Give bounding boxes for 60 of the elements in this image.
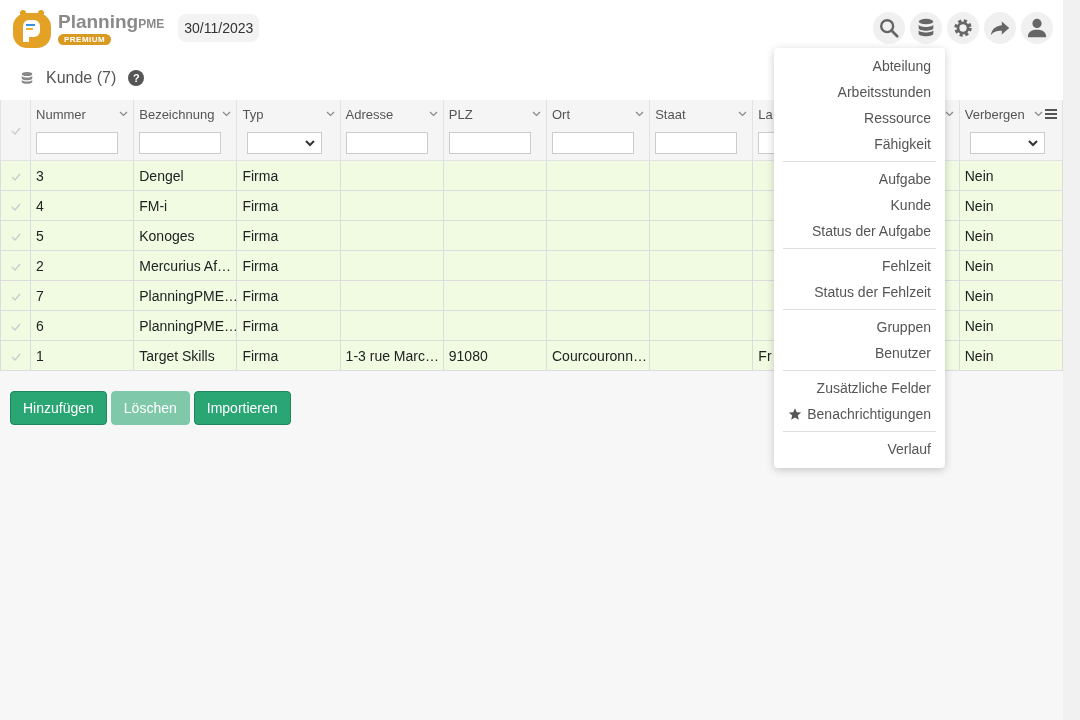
table-cell: 5 — [36, 227, 44, 244]
menu-item[interactable]: Benutzer — [774, 340, 945, 366]
menu-item[interactable]: Status der Aufgabe — [774, 218, 945, 244]
date-label: 30/11/2023 — [178, 14, 260, 42]
table-cell: Firma — [242, 347, 279, 364]
logo-text: PlanningPME — [58, 11, 165, 34]
table-cell: PlanningPME… — [139, 317, 236, 334]
table-cell: PlanningPME… — [139, 287, 236, 304]
table-cell: 2 — [36, 257, 44, 274]
table-cell: Dengel — [139, 167, 184, 184]
table-cell: Konoges — [139, 227, 195, 244]
column-header[interactable]: Bezeichnung — [139, 106, 215, 122]
menu-item[interactable]: Gruppen — [774, 314, 945, 340]
menu-item[interactable]: Abteilung — [774, 53, 945, 79]
menu-item[interactable]: Status der Fehlzeit — [774, 279, 945, 305]
table-cell: Nein — [964, 197, 994, 214]
table-cell: 4 — [36, 197, 44, 214]
table-cell: 91080 — [448, 347, 488, 364]
table-cell: Mercurius Af… — [139, 257, 232, 274]
menu-item[interactable]: Ressource — [774, 105, 945, 131]
menu-item[interactable]: Arbeitsstunden — [774, 79, 945, 105]
column-header[interactable]: Verbergen — [964, 106, 1025, 122]
column-header[interactable]: La — [758, 106, 773, 122]
table-cell: Nein — [964, 227, 994, 244]
table-cell: Firma — [242, 317, 279, 334]
premium-badge: PREMIUM — [58, 33, 112, 45]
table-cell: 6 — [36, 317, 44, 334]
column-header[interactable]: PLZ — [448, 106, 473, 122]
menu-item[interactable]: Fehlzeit — [774, 253, 945, 279]
table-cell: Firma — [242, 227, 279, 244]
table-cell: Firma — [242, 167, 279, 184]
table-cell: Nein — [964, 167, 994, 184]
table-cell: 7 — [36, 287, 44, 304]
menu-item[interactable]: Benachrichtigungen — [774, 401, 945, 427]
table-cell: Nein — [964, 317, 994, 334]
table-cell: FM-i — [139, 197, 168, 214]
table-cell: 1-3 rue Marc… — [345, 347, 439, 364]
table-cell: Firma — [242, 257, 279, 274]
menu-item[interactable]: Fähigkeit — [774, 131, 945, 157]
table-cell: Nein — [964, 257, 994, 274]
table-cell: Target Skills — [139, 347, 215, 364]
menu-item[interactable]: Aufgabe — [774, 166, 945, 192]
table-cell: Fr — [758, 347, 772, 364]
table-cell: Firma — [242, 287, 279, 304]
page-title: Kunde (7) — [46, 69, 117, 87]
menu-item[interactable]: Verlauf — [774, 436, 945, 462]
column-header[interactable]: Adresse — [345, 106, 394, 122]
table-cell: Firma — [242, 197, 279, 214]
help-icon[interactable]: ? — [128, 70, 145, 86]
column-header[interactable]: Ort — [552, 106, 571, 122]
table-cell: Nein — [964, 347, 994, 364]
menu-item[interactable]: Zusätzliche Felder — [774, 375, 945, 401]
menu-item[interactable]: Kunde — [774, 192, 945, 218]
table-cell: Nein — [964, 287, 994, 304]
column-header[interactable]: Typ — [242, 106, 264, 122]
table-cell: 3 — [36, 167, 44, 184]
column-header[interactable]: Staat — [655, 106, 686, 122]
column-header[interactable]: Nummer — [36, 106, 86, 122]
table-cell: 1 — [36, 347, 44, 364]
table-cell: Courcouronn… — [552, 347, 647, 364]
